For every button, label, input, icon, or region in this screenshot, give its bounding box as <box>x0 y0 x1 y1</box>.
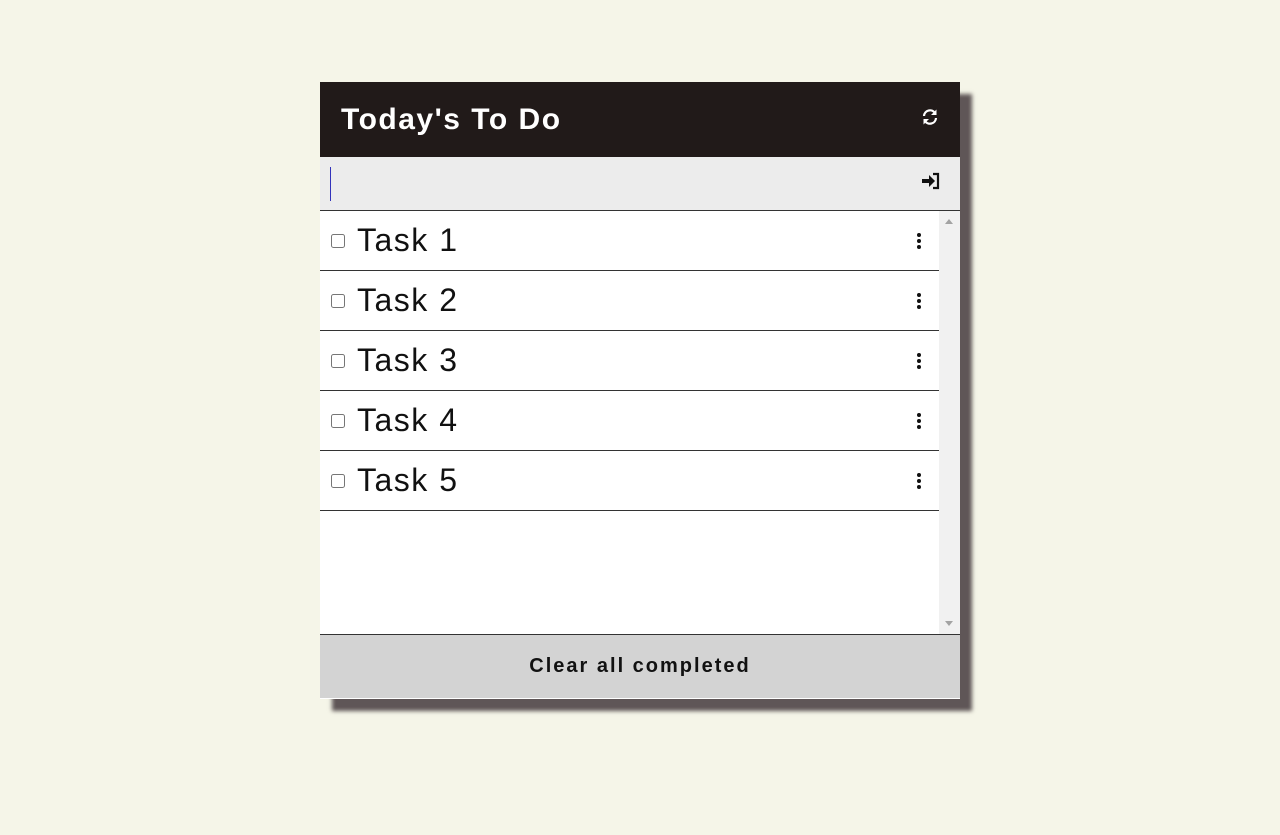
vertical-ellipsis-icon <box>917 292 921 297</box>
app-title: Today's To Do <box>341 102 562 136</box>
task-checkbox[interactable] <box>331 233 345 248</box>
task-menu-button[interactable] <box>911 351 927 371</box>
task-checkbox[interactable] <box>331 473 345 488</box>
scroll-down-arrow-icon[interactable] <box>945 621 953 626</box>
task-item: Task 3 <box>320 331 939 391</box>
add-task-button[interactable] <box>920 172 942 195</box>
task-item: Task 5 <box>320 451 939 511</box>
task-menu-button[interactable] <box>911 231 927 251</box>
task-label: Task 5 <box>357 462 459 498</box>
task-label: Task 1 <box>357 222 459 258</box>
refresh-icon <box>921 108 939 131</box>
task-label: Task 3 <box>357 342 459 378</box>
vertical-ellipsis-icon <box>917 412 921 417</box>
vertical-ellipsis-icon <box>917 232 921 237</box>
task-label: Task 4 <box>357 402 459 438</box>
task-menu-button[interactable] <box>911 411 927 431</box>
app-header: Today's To Do <box>320 82 960 157</box>
task-menu-button[interactable] <box>911 471 927 491</box>
new-task-bar <box>320 157 960 211</box>
task-label: Task 2 <box>357 282 459 318</box>
vertical-ellipsis-icon <box>917 352 921 357</box>
task-checkbox[interactable] <box>331 353 345 368</box>
app-footer: Clear all completed <box>320 635 960 698</box>
refresh-button[interactable] <box>919 109 941 131</box>
task-checkbox[interactable] <box>331 293 345 308</box>
task-item: Task 4 <box>320 391 939 451</box>
task-list-scrollbar[interactable] <box>939 211 960 634</box>
task-checkbox[interactable] <box>331 413 345 428</box>
new-task-input[interactable] <box>330 166 920 201</box>
todo-app: Today's To Do Task 1 Task 2 Task 3 Task … <box>320 82 960 699</box>
vertical-ellipsis-icon <box>917 472 921 477</box>
task-item: Task 1 <box>320 211 939 271</box>
task-list-container: Task 1 Task 2 Task 3 Task 4 Task 5 <box>320 211 960 635</box>
task-item: Task 2 <box>320 271 939 331</box>
sign-in-icon <box>921 172 941 195</box>
task-list: Task 1 Task 2 Task 3 Task 4 Task 5 <box>320 211 939 634</box>
task-menu-button[interactable] <box>911 291 927 311</box>
scroll-up-arrow-icon[interactable] <box>945 219 953 224</box>
clear-completed-button[interactable]: Clear all completed <box>519 651 760 682</box>
